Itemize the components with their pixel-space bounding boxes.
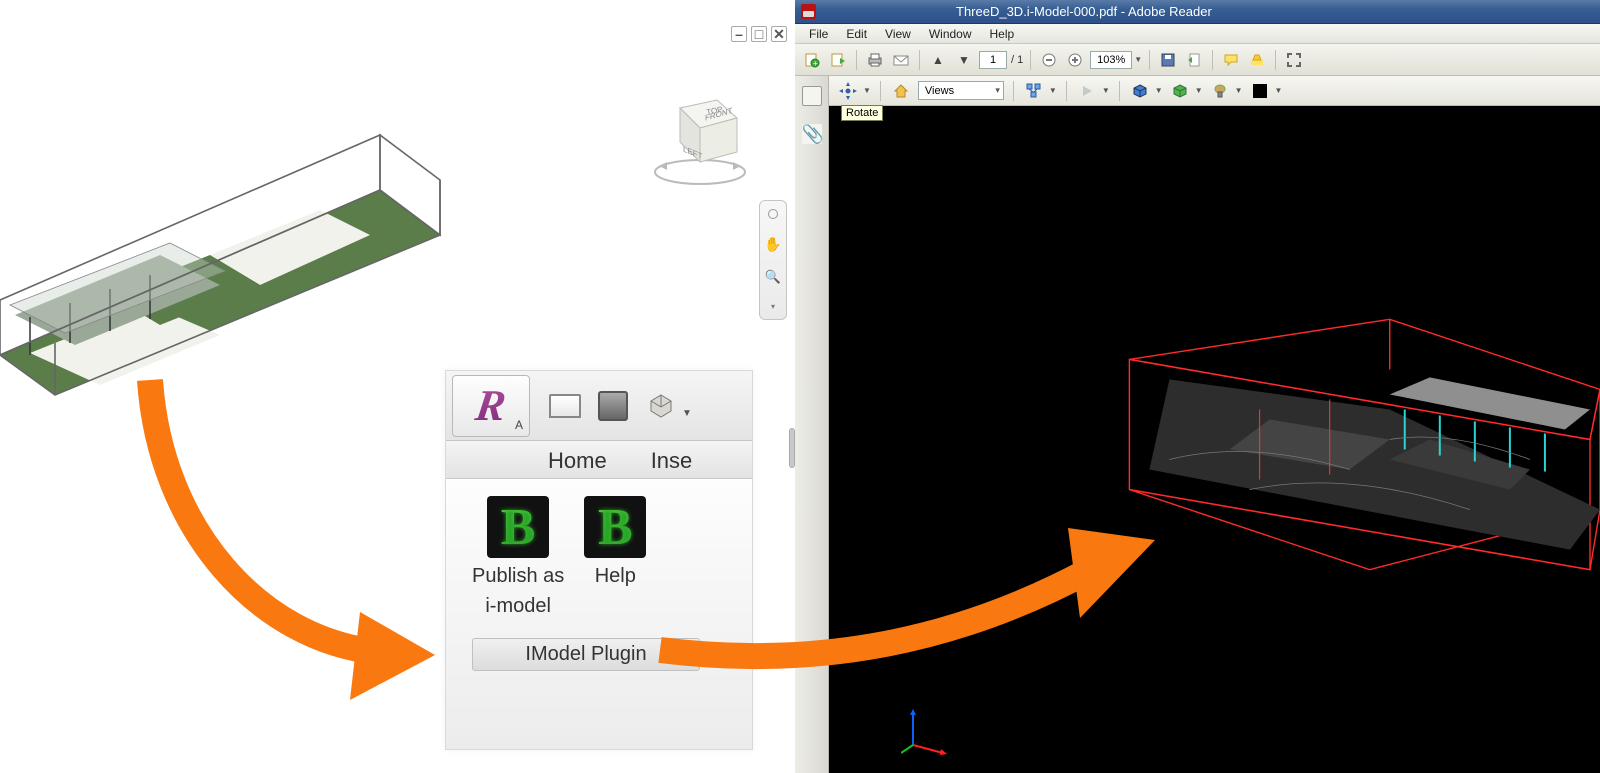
menu-edit[interactable]: Edit bbox=[838, 27, 875, 41]
menu-view[interactable]: View bbox=[877, 27, 919, 41]
color-swatch-icon[interactable] bbox=[1249, 80, 1271, 102]
light-icon[interactable] bbox=[1209, 80, 1231, 102]
workspace: 📎 ▼ Views ▼ ▼ ▼ ▼ ▼ ▼ Rotate bbox=[795, 76, 1600, 773]
3d-viewer[interactable] bbox=[829, 106, 1600, 773]
steering-wheel-icon[interactable] bbox=[768, 209, 778, 219]
rotate-tool-button[interactable] bbox=[837, 80, 859, 102]
zoom-in-icon[interactable] bbox=[1064, 49, 1086, 71]
play-dropdown-icon[interactable]: ▼ bbox=[1102, 86, 1110, 95]
save-icon[interactable] bbox=[596, 389, 630, 423]
zoom-out-icon[interactable] bbox=[1038, 49, 1060, 71]
play-icon[interactable] bbox=[1076, 80, 1098, 102]
file-export-icon[interactable] bbox=[827, 49, 849, 71]
ribbon-snippet: R A ▼ Home Inse B Publish as i-model B H… bbox=[445, 370, 753, 750]
file-add-icon[interactable]: + bbox=[801, 49, 823, 71]
window-title: ThreeD_3D.i-Model-000.pdf - Adobe Reader bbox=[956, 4, 1212, 19]
tab-home[interactable]: Home bbox=[540, 444, 615, 478]
panel-title: IModel Plugin bbox=[472, 638, 700, 671]
revit-logo-icon: R bbox=[473, 380, 510, 431]
fullscreen-icon[interactable] bbox=[1283, 49, 1305, 71]
model-tree-dropdown-icon[interactable]: ▼ bbox=[1049, 86, 1057, 95]
window-controls: – □ ✕ bbox=[731, 26, 787, 42]
zoom-dropdown-icon[interactable]: ▼ bbox=[1134, 55, 1142, 64]
zoom-input[interactable] bbox=[1090, 51, 1132, 69]
quick-access-toolbar: R A ▼ bbox=[446, 371, 752, 441]
nav-more-icon[interactable]: ▾ bbox=[771, 302, 775, 311]
help-label-spacer bbox=[613, 594, 619, 618]
model-tree-icon[interactable] bbox=[1023, 80, 1045, 102]
app-button-caption: A bbox=[515, 418, 523, 432]
find-previous-icon[interactable] bbox=[1183, 49, 1205, 71]
adobe-reader-icon bbox=[801, 4, 816, 19]
help-label: Help bbox=[595, 564, 636, 588]
page-down-icon[interactable]: ▼ bbox=[953, 49, 975, 71]
pages-panel-icon[interactable] bbox=[802, 86, 822, 106]
email-icon[interactable] bbox=[890, 49, 912, 71]
light-dropdown-icon[interactable]: ▼ bbox=[1235, 86, 1243, 95]
page-number-input[interactable] bbox=[979, 51, 1007, 69]
publish-label-1: Publish as bbox=[472, 564, 564, 588]
tooltip: Rotate bbox=[841, 105, 883, 121]
cube-green-dropdown-icon[interactable]: ▼ bbox=[1195, 86, 1203, 95]
page-up-icon[interactable]: ▲ bbox=[927, 49, 949, 71]
navigation-bar[interactable]: ✋ 🔍 ▾ bbox=[759, 200, 787, 320]
ribbon-tabs: Home Inse bbox=[446, 441, 752, 479]
viewcube[interactable]: TOP LEFT FRONT bbox=[645, 80, 755, 190]
views-dropdown[interactable]: Views bbox=[918, 81, 1004, 100]
color-dropdown-icon[interactable]: ▼ bbox=[1275, 86, 1283, 95]
3d-toolbar: ▼ Views ▼ ▼ ▼ ▼ ▼ ▼ Rotate bbox=[829, 76, 1600, 106]
pan-icon[interactable]: ✋ bbox=[764, 236, 781, 253]
home-view-icon[interactable] bbox=[890, 80, 912, 102]
publish-imodel-button[interactable]: B Publish as i-model bbox=[472, 496, 564, 618]
highlight-icon[interactable] bbox=[1246, 49, 1268, 71]
adobe-reader-window: ThreeD_3D.i-Model-000.pdf - Adobe Reader… bbox=[795, 0, 1600, 773]
bentley-icon: B bbox=[584, 496, 646, 558]
menu-file[interactable]: File bbox=[801, 27, 836, 41]
print-icon[interactable] bbox=[864, 49, 886, 71]
ribbon-panel: B Publish as i-model B Help IModel Plugi… bbox=[446, 479, 752, 749]
revit-3d-model[interactable] bbox=[0, 95, 460, 405]
zoom-icon[interactable]: 🔍 bbox=[765, 269, 781, 285]
save-copy-icon[interactable] bbox=[1157, 49, 1179, 71]
navigation-pane: 📎 bbox=[795, 76, 829, 773]
application-menu-button[interactable]: R A bbox=[452, 375, 530, 437]
page-total-label: / 1 bbox=[1011, 54, 1023, 66]
maximize-button[interactable]: □ bbox=[751, 26, 767, 42]
publish-label-2: i-model bbox=[485, 594, 551, 618]
attachments-panel-icon[interactable]: 📎 bbox=[802, 124, 822, 144]
menubar: File Edit View Window Help bbox=[795, 24, 1600, 44]
menu-window[interactable]: Window bbox=[921, 27, 980, 41]
axis-gizmo bbox=[901, 705, 951, 755]
qat-dropdown-icon[interactable]: ▼ bbox=[682, 408, 692, 419]
main-toolbar: + ▲ ▼ / 1 ▼ bbox=[795, 44, 1600, 76]
cube-green-icon[interactable] bbox=[1169, 80, 1191, 102]
help-button[interactable]: B Help bbox=[584, 496, 646, 618]
svg-text:+: + bbox=[813, 59, 818, 68]
sync-icon[interactable] bbox=[644, 389, 678, 423]
rotate-dropdown-icon[interactable]: ▼ bbox=[863, 86, 871, 95]
bentley-icon: B bbox=[487, 496, 549, 558]
minimize-button[interactable]: – bbox=[731, 26, 747, 42]
close-button[interactable]: ✕ bbox=[771, 26, 787, 42]
open-icon[interactable] bbox=[548, 389, 582, 423]
cube-blue-dropdown-icon[interactable]: ▼ bbox=[1155, 86, 1163, 95]
comment-icon[interactable] bbox=[1220, 49, 1242, 71]
cube-blue-icon[interactable] bbox=[1129, 80, 1151, 102]
titlebar[interactable]: ThreeD_3D.i-Model-000.pdf - Adobe Reader bbox=[795, 0, 1600, 24]
menu-help[interactable]: Help bbox=[982, 27, 1023, 41]
tab-insert[interactable]: Inse bbox=[643, 444, 701, 478]
